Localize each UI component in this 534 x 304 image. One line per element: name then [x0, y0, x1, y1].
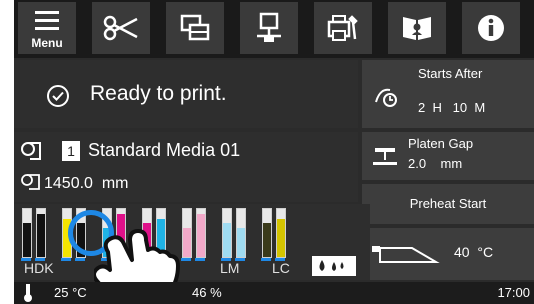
cut-button[interactable]: [92, 2, 150, 54]
status-panel: Ready to print.: [14, 60, 358, 128]
info-icon: [478, 15, 504, 41]
preheat-start-button[interactable]: Preheat Start: [362, 184, 534, 224]
platen-gap-panel[interactable]: Platen Gap 2.0 mm: [362, 132, 534, 180]
network-icon: [257, 12, 281, 42]
maintenance-box[interactable]: [312, 256, 356, 276]
starts-after-value: 2 H 10 M: [418, 100, 486, 115]
preheat-label: Preheat Start: [409, 196, 487, 211]
ambient-temp: 25 °C: [54, 285, 87, 300]
platen-gap-value: 2.0 mm: [408, 156, 463, 171]
ink-level-bar: [222, 208, 232, 258]
bottom-status-bar: 25 °C 46 % 17:00: [14, 282, 534, 304]
ink-level-fill: [23, 223, 31, 257]
platen-gap-label: Platen Gap: [408, 136, 474, 151]
ink-label-lm: LM: [220, 260, 240, 276]
media-panel[interactable]: 1 Standard Media 01 1450.0 mm: [14, 132, 358, 202]
ink-cartridge[interactable]: [218, 208, 252, 264]
media-length-icon: [21, 174, 40, 190]
ink-level-fill: [223, 223, 231, 257]
ink-level-fill: [197, 213, 205, 257]
humidity: 46 %: [192, 285, 222, 300]
media-roll-icon: [21, 142, 41, 160]
menu-icon: [35, 11, 59, 30]
check-circle-icon: [47, 85, 69, 107]
layers-button[interactable]: [166, 2, 224, 54]
clock-time: 17:00: [497, 285, 530, 300]
book-icon: [403, 17, 431, 40]
menu-label: Menu: [31, 36, 63, 50]
timer-icon: [375, 88, 397, 107]
network-button[interactable]: [240, 2, 298, 54]
ink-level-fill: [237, 228, 245, 257]
ink-level-fill: [277, 218, 285, 257]
ink-underline: [75, 258, 85, 261]
ink-underline: [261, 258, 271, 261]
ink-level-bar: [276, 208, 286, 258]
heater-icon: [372, 246, 440, 263]
ink-label-hdk: HDK: [24, 260, 54, 276]
platen-gap-icon: [373, 148, 397, 165]
ink-level-fill: [37, 213, 45, 257]
toolbar: Menu: [14, 0, 534, 58]
cut-icon: [103, 15, 138, 41]
media-number-badge: 1: [62, 141, 80, 161]
media-name: Standard Media 01: [88, 140, 241, 160]
starts-after-label: Starts After: [418, 66, 483, 81]
waste-ink-icon: [319, 260, 344, 271]
printer-screen: Menu Ready to print. Starts After 2 H 10…: [14, 0, 534, 304]
printer-settings-button[interactable]: [314, 2, 372, 54]
heater-panel[interactable]: 40 °C: [362, 228, 534, 280]
manual-button[interactable]: [388, 2, 446, 54]
info-button[interactable]: [462, 2, 520, 54]
ink-level-bar: [236, 208, 246, 258]
status-text: Ready to print.: [90, 82, 227, 105]
starts-after-panel[interactable]: Starts After 2 H 10 M: [362, 60, 534, 128]
heater-temp: 40 °C: [454, 244, 494, 260]
thermometer-icon: [24, 284, 32, 302]
ink-level-fill: [263, 223, 271, 257]
ink-level-bar: [262, 208, 272, 258]
ink-underline: [61, 258, 71, 261]
media-length: 1450.0 mm: [44, 175, 129, 192]
printer-settings-icon: [327, 15, 358, 41]
ink-cartridge[interactable]: [18, 208, 52, 264]
ink-underline: [195, 258, 205, 261]
ink-level-bar: [196, 208, 206, 258]
ink-level-bar: [36, 208, 46, 258]
menu-button[interactable]: Menu: [18, 2, 76, 54]
ink-label-lc: LC: [272, 260, 290, 276]
copy-layers-icon: [180, 14, 210, 41]
ink-cartridge[interactable]: [258, 208, 292, 264]
ink-level-bar: [22, 208, 32, 258]
